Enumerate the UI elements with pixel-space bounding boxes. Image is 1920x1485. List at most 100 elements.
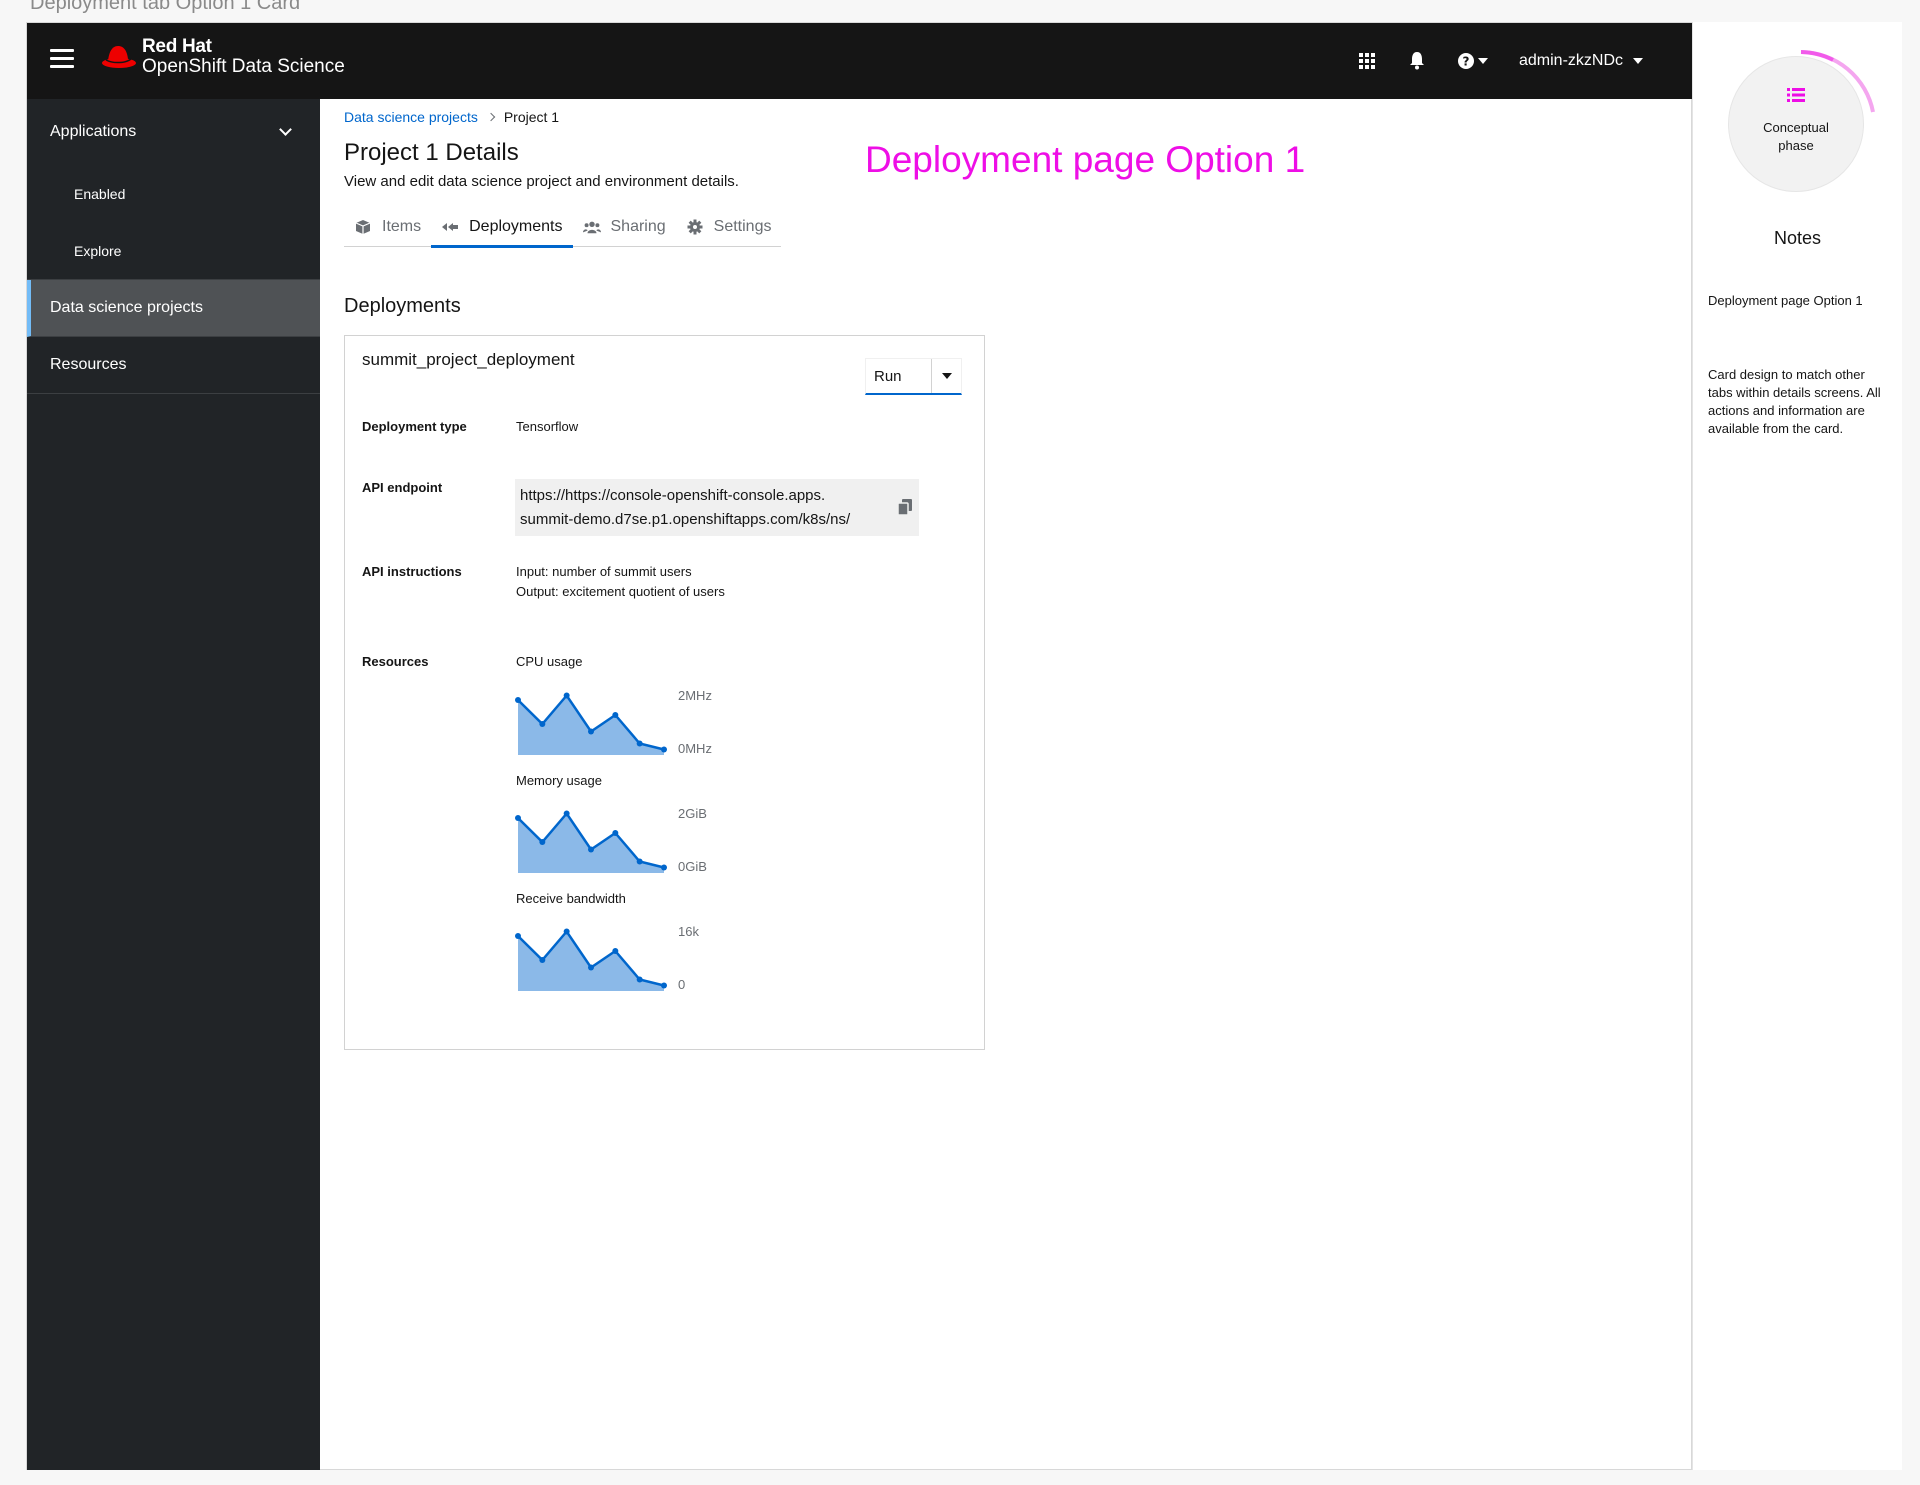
sparkline-point [612, 948, 619, 954]
sparkline-point [563, 692, 570, 699]
sidebar-item-data-science-projects[interactable]: Data science projects [27, 280, 320, 337]
metric-label-memory: Memory usage [516, 773, 602, 788]
sparkline-point [661, 746, 667, 753]
bandwidth-sparkline [515, 928, 667, 991]
deployment-type-label: Deployment type [362, 419, 467, 434]
memory-max-label: 2GiB [678, 806, 707, 821]
user-name: admin-zkzNDc [1518, 52, 1623, 69]
sparkline-point [539, 957, 546, 963]
api-endpoint-box: https://https://console-openshift-consol… [515, 479, 919, 536]
main-content: Data science projects Project 1 Project … [320, 99, 1693, 1470]
run-action-select[interactable]: Run [865, 358, 962, 395]
deployment-card-title: summit_project_deployment [362, 350, 575, 369]
svg-text:?: ? [1463, 55, 1470, 69]
hamburger-menu-icon[interactable] [50, 49, 74, 69]
section-title: Deployments [344, 295, 461, 317]
sparkline-point [563, 810, 570, 817]
metric-label-bandwidth: Receive bandwidth [516, 891, 626, 906]
sparkline-point [661, 864, 667, 871]
api-endpoint-label: API endpoint [362, 480, 443, 495]
sparkline-point [539, 721, 546, 727]
bandwidth-min-label: 0 [678, 977, 686, 992]
tab-label: Sharing [610, 218, 666, 235]
tab-label: Items [382, 218, 422, 235]
tab-label: Settings [713, 218, 772, 235]
cpu-max-label: 2MHz [678, 688, 712, 703]
tab-deployments[interactable]: Deployments [431, 207, 573, 248]
sidebar-item-enabled[interactable]: Enabled [27, 165, 320, 222]
page-title: Project 1 Details [344, 139, 519, 166]
page-subtitle: View and edit data science project and e… [344, 173, 739, 190]
api-endpoint-line1: https://https://console-openshift-consol… [520, 487, 826, 504]
metric-label-cpu: CPU usage [516, 654, 583, 669]
logo[interactable]: Red Hat OpenShift Data Science [100, 37, 345, 77]
sparkline-point [588, 964, 594, 971]
tab-sharing[interactable]: Sharing [573, 207, 676, 247]
sidebar: Applications Enabled Explore Data scienc… [27, 99, 320, 1470]
api-instructions-line1: Input: number of summit users [516, 564, 692, 579]
sparkline-point [661, 982, 667, 989]
sidebar-group-label: Applications [50, 123, 137, 140]
deployment-type-value: Tensorflow [516, 419, 579, 434]
cpu-usage-sparkline [515, 692, 667, 755]
breadcrumb-link-projects[interactable]: Data science projects [344, 109, 478, 125]
chevron-down-icon [279, 123, 292, 136]
sparkline-point [563, 928, 570, 935]
app-launcher-icon[interactable] [1357, 51, 1377, 71]
app-window: Red Hat OpenShift Data Science ? admin-z… [26, 22, 1693, 1470]
help-icon[interactable]: ? [1457, 51, 1489, 71]
notes-line-2: Card design to match other tabs within d… [1708, 367, 1881, 436]
bell-icon[interactable] [1407, 51, 1427, 71]
sparkline-point [636, 740, 643, 747]
sidebar-item-explore[interactable]: Explore [27, 222, 320, 279]
sparkline-point [515, 697, 521, 703]
tab-settings[interactable]: Settings [676, 207, 782, 247]
sparkline-point [588, 728, 594, 735]
notes-panel: Conceptual phase Notes Deployment page O… [1692, 22, 1902, 1470]
sparkline-point [515, 933, 521, 939]
notes-line-1: Deployment page Option 1 [1708, 293, 1863, 308]
logo-brand: Red Hat [142, 36, 212, 57]
users-icon [582, 221, 601, 234]
chevron-right-icon [486, 112, 496, 122]
memory-min-label: 0GiB [678, 859, 707, 874]
frame-title: Deployment tab Option 1 Card [30, 0, 301, 14]
notes-title: Notes [1773, 228, 1822, 248]
sparkline-point [515, 815, 521, 821]
sparkline-point [539, 839, 546, 845]
api-instructions-value: Input: number of summit users Output: ex… [516, 562, 725, 602]
api-instructions-label: API instructions [362, 564, 462, 579]
gear-icon [687, 219, 703, 235]
sparkline-point [612, 712, 619, 718]
breadcrumb: Data science projects Project 1 [344, 109, 559, 125]
copy-icon[interactable] [898, 499, 912, 515]
tab-label: Deployments [469, 218, 563, 235]
sidebar-group-applications[interactable]: Applications [27, 99, 320, 165]
caret-down-icon[interactable] [931, 359, 961, 393]
tab-items[interactable]: Items [344, 207, 431, 247]
sparkline-point [612, 830, 619, 836]
deployment-card: summit_project_deployment Run Deployment… [344, 335, 985, 1050]
run-action-label: Run [874, 367, 902, 385]
annotation-option-label: Deployment page Option 1 [865, 139, 1306, 180]
bandwidth-max-label: 16k [678, 924, 699, 939]
masthead: Red Hat OpenShift Data Science ? admin-z… [27, 23, 1693, 99]
memory-usage-sparkline [515, 810, 667, 873]
logo-product: OpenShift Data Science [142, 56, 345, 77]
cpu-min-label: 0MHz [678, 741, 712, 756]
cube-icon [355, 220, 371, 234]
user-menu[interactable]: admin-zkzNDc [1519, 52, 1643, 70]
sparkline-point [588, 846, 594, 853]
resources-label: Resources [362, 654, 429, 669]
api-instructions-line2: Output: excitement quotient of users [516, 584, 725, 599]
caret-down-icon [1633, 58, 1643, 64]
sidebar-item-resources[interactable]: Resources [27, 337, 320, 394]
red-hat-logo-icon [102, 46, 136, 68]
breadcrumb-current: Project 1 [503, 109, 560, 125]
sparkline-point [636, 976, 643, 983]
tab-bar: Items Deployments Sharing Settings [344, 207, 782, 248]
sparkline-point [636, 858, 643, 865]
phase-progress-arc [1800, 50, 1875, 113]
deployments-icon [442, 223, 459, 231]
api-endpoint-line2: summit-demo.d7se.p1.openshiftapps.com/k8… [520, 511, 851, 528]
